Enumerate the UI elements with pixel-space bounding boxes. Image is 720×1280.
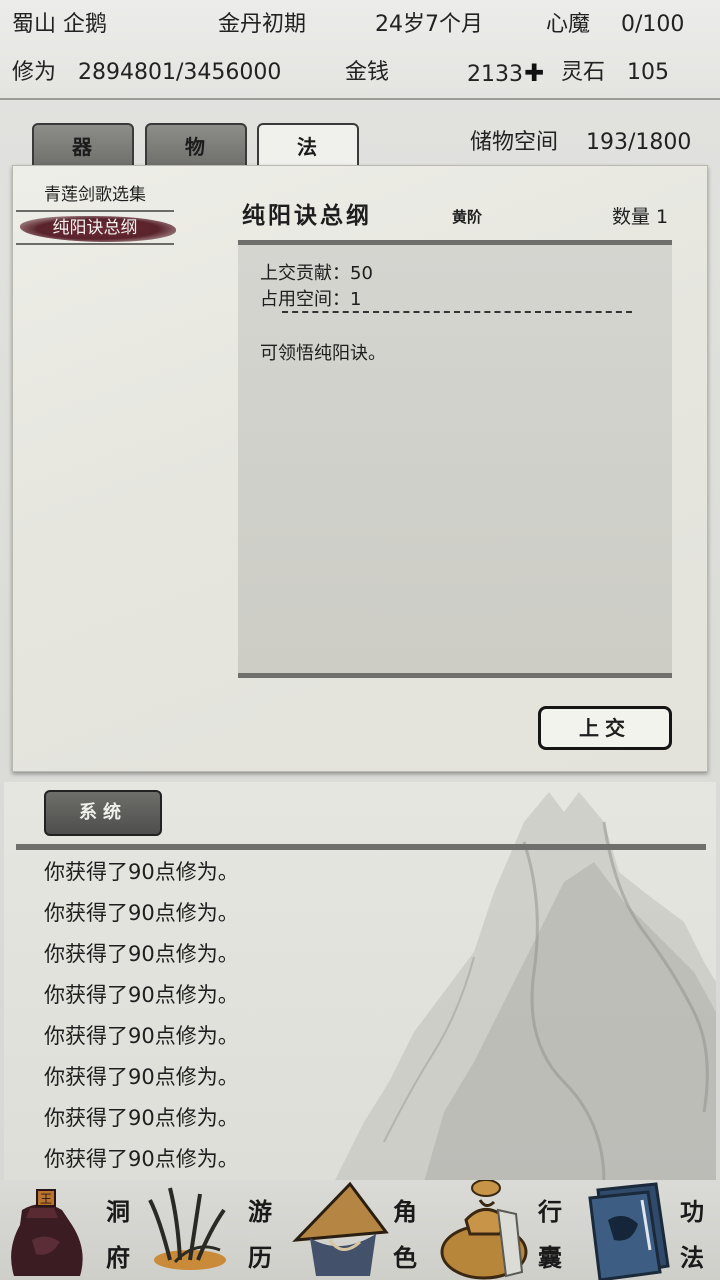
log-line: 你获得了90点修为。 bbox=[44, 1065, 239, 1089]
nav-char: 洞 bbox=[106, 1197, 130, 1226]
cross-icon: ✚ bbox=[524, 59, 545, 87]
nav-char: 行 bbox=[538, 1197, 562, 1226]
nav-char: 历 bbox=[248, 1243, 272, 1272]
seal-pouch-icon: 王 bbox=[11, 1189, 83, 1276]
nav-char: 法 bbox=[680, 1243, 704, 1272]
heart-demon-label: 心魔 bbox=[546, 12, 591, 37]
money-label: 金钱 bbox=[345, 60, 390, 85]
cultivation-label: 修为 bbox=[12, 60, 57, 85]
log-line: 你获得了90点修为。 bbox=[44, 1024, 239, 1048]
list-item[interactable]: 青莲剑歌选集 bbox=[16, 180, 174, 210]
nav-char: 囊 bbox=[538, 1243, 562, 1272]
svg-text:王: 王 bbox=[40, 1192, 52, 1206]
list-divider bbox=[16, 210, 174, 212]
nav-char: 府 bbox=[106, 1243, 130, 1272]
log-line: 你获得了90点修为。 bbox=[44, 1106, 239, 1130]
item-grade: 黄阶 bbox=[452, 208, 483, 226]
heart-demon-value: 0/100 bbox=[621, 12, 685, 37]
log-line: 你获得了90点修为。 bbox=[44, 942, 239, 966]
nav-char: 色 bbox=[393, 1243, 417, 1272]
storage-capacity: 储物空间 193/1800 bbox=[470, 124, 691, 156]
contribution-text: 上交贡献：50 bbox=[260, 263, 373, 284]
grass-icon bbox=[148, 1187, 226, 1270]
cultivation-value: 2894801/3456000 bbox=[78, 60, 282, 85]
log-divider bbox=[16, 844, 706, 850]
tab-items[interactable]: 物 bbox=[145, 123, 247, 167]
submit-button[interactable]: 上交 bbox=[538, 706, 672, 750]
bottom-nav: 王 洞 府 游 历 角 色 行 囊 功 法 bbox=[0, 1180, 720, 1280]
storage-label: 储物空间 bbox=[470, 130, 559, 155]
log-line: 你获得了90点修为。 bbox=[44, 860, 239, 884]
nav-char: 角 bbox=[393, 1197, 417, 1226]
status-header: 蜀山 企鹅 金丹初期 24岁7个月 心魔 0/100 修为 2894801/34… bbox=[0, 0, 720, 100]
dashed-divider bbox=[282, 311, 632, 313]
space-text: 占用空间：1 bbox=[260, 289, 362, 310]
system-log-panel: 系统 你获得了90点修为。 你获得了90点修为。 你获得了90点修为。 你获得了… bbox=[4, 782, 716, 1182]
player-name: 蜀山 企鹅 bbox=[12, 12, 107, 37]
age-label: 24岁7个月 bbox=[375, 12, 483, 37]
money-value: 2133✚ bbox=[467, 59, 545, 87]
item-quantity: 数量 1 bbox=[612, 206, 669, 228]
item-title: 纯阳诀总纲 bbox=[242, 202, 372, 229]
tab-equipment[interactable]: 器 bbox=[32, 123, 134, 167]
book-icon bbox=[588, 1182, 670, 1280]
list-item-selected[interactable]: 纯阳诀总纲 bbox=[16, 213, 174, 243]
nav-char: 游 bbox=[248, 1197, 272, 1226]
tab-techniques[interactable]: 法 bbox=[257, 123, 359, 169]
log-line: 你获得了90点修为。 bbox=[44, 901, 239, 925]
storage-value: 193/1800 bbox=[586, 130, 692, 155]
spirit-stone-label: 灵石 bbox=[561, 60, 606, 85]
description-text: 可领悟纯阳诀。 bbox=[260, 343, 386, 364]
item-description-box: 上交贡献：50 占用空间：1 可领悟纯阳诀。 bbox=[238, 240, 672, 678]
bundle-bag-icon bbox=[440, 1180, 528, 1280]
log-line: 你获得了90点修为。 bbox=[44, 983, 239, 1007]
list-divider bbox=[16, 243, 174, 245]
nav-char: 功 bbox=[680, 1197, 704, 1226]
straw-hat-icon bbox=[292, 1181, 389, 1276]
realm-label: 金丹初期 bbox=[218, 12, 307, 37]
tab-system[interactable]: 系统 bbox=[44, 790, 162, 836]
spirit-stone-value: 105 bbox=[627, 60, 669, 85]
log-line: 你获得了90点修为。 bbox=[44, 1147, 239, 1171]
